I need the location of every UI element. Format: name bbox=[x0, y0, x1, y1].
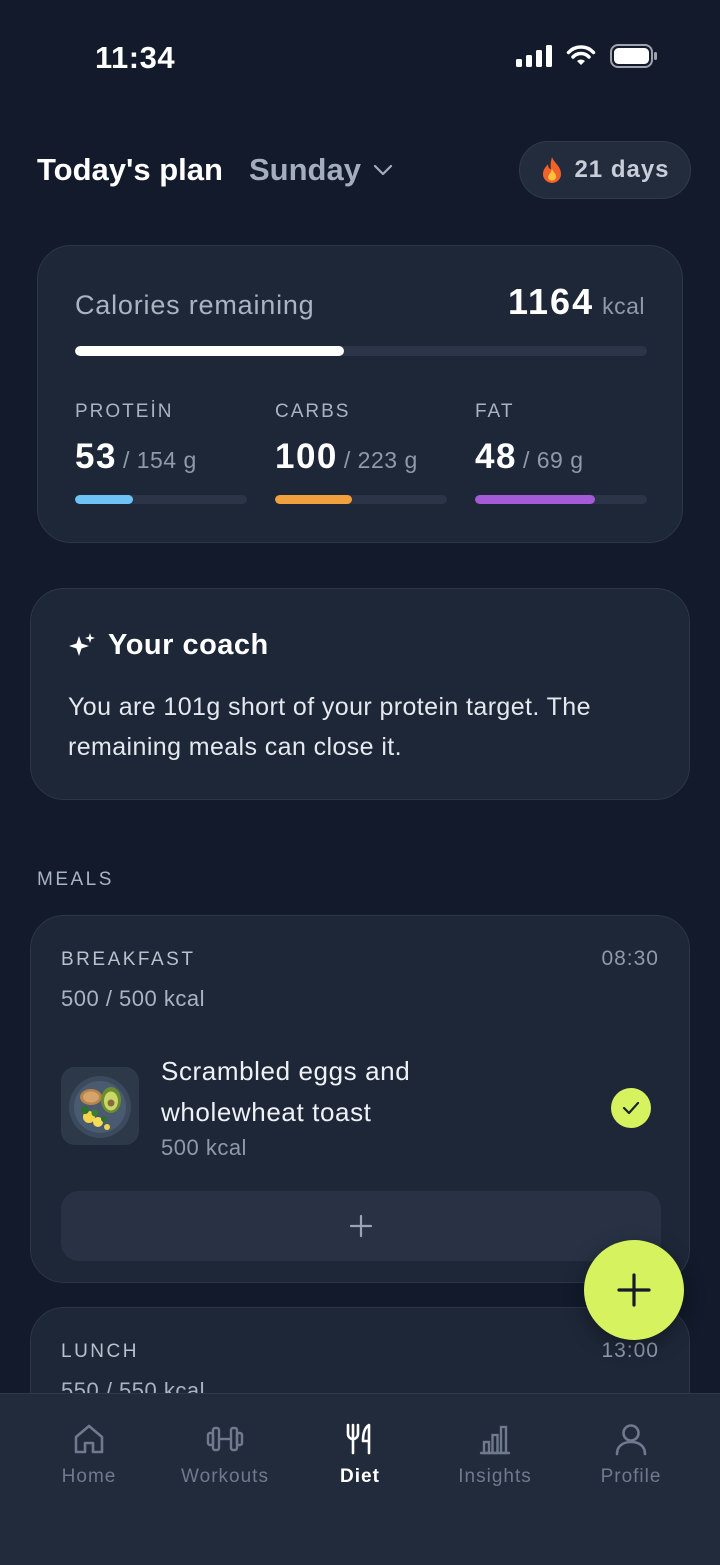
meals-section-label: MEALS bbox=[37, 869, 114, 890]
tab-label: Workouts bbox=[181, 1466, 269, 1487]
macro-progress-bar bbox=[475, 495, 647, 504]
macro-fat: FAT 48 / 69 g bbox=[475, 401, 647, 504]
food-thumbnail bbox=[61, 1067, 139, 1145]
meal-name: BREAKFAST bbox=[61, 949, 196, 970]
sparkle-icon bbox=[69, 632, 95, 656]
macro-total: / 69 g bbox=[522, 447, 584, 473]
plus-icon bbox=[617, 1273, 651, 1307]
page-title: Today's plan bbox=[37, 152, 223, 187]
status-icons bbox=[516, 44, 658, 68]
macro-progress-bar bbox=[75, 495, 247, 504]
coach-card[interactable]: Your coach You are 101g short of your pr… bbox=[30, 588, 690, 800]
chevron-down-icon bbox=[373, 164, 393, 176]
day-selector[interactable]: Sunday bbox=[249, 152, 393, 188]
tab-label: Insights bbox=[458, 1466, 532, 1487]
macro-name: PROTEİN bbox=[75, 401, 174, 422]
add-meal-fab[interactable] bbox=[584, 1240, 684, 1340]
macro-progress-fill bbox=[75, 495, 134, 504]
checkmark-icon[interactable] bbox=[611, 1088, 651, 1128]
tab-profile[interactable]: Profile bbox=[563, 1422, 699, 1488]
macro-carbs: CARBS 100 / 223 g bbox=[275, 401, 447, 504]
fire-icon bbox=[543, 157, 562, 183]
macro-total: / 154 g bbox=[122, 447, 197, 473]
add-food-button[interactable] bbox=[61, 1191, 661, 1261]
status-bar: 11:34 bbox=[0, 0, 720, 110]
tab-insights[interactable]: Insights bbox=[427, 1422, 563, 1488]
macro-name: CARBS bbox=[275, 401, 351, 422]
tab-label: Diet bbox=[340, 1466, 380, 1487]
meal-card-breakfast[interactable]: BREAKFAST 08:30 500 / 500 kcal Scrambled… bbox=[30, 915, 690, 1283]
macro-name: FAT bbox=[475, 401, 515, 422]
meal-name: LUNCH bbox=[61, 1341, 139, 1362]
food-item[interactable]: Scrambled eggs and wholewheat toast 500 … bbox=[61, 1051, 661, 1171]
tab-workouts[interactable]: Workouts bbox=[157, 1422, 293, 1488]
food-kcal: 500 kcal bbox=[161, 1135, 247, 1160]
coach-title: Your coach bbox=[108, 629, 269, 661]
tab-label: Profile bbox=[600, 1466, 662, 1487]
macro-total: / 223 g bbox=[343, 447, 418, 473]
meal-kcal: 500 / 500 kcal bbox=[61, 986, 205, 1011]
streak-label: 21 days bbox=[574, 156, 670, 183]
status-time: 11:34 bbox=[95, 40, 176, 75]
calories-progress-bar bbox=[75, 346, 647, 356]
macro-progress-bar bbox=[275, 495, 447, 504]
bar-chart-icon bbox=[479, 1425, 511, 1455]
dumbbell-icon bbox=[206, 1426, 244, 1452]
macro-current: 48 bbox=[475, 437, 517, 476]
tab-label: Home bbox=[61, 1466, 117, 1487]
meal-time: 13:00 bbox=[601, 1339, 659, 1362]
calories-card: Calories remaining 1164 kcal PROTEİN 53 … bbox=[37, 245, 683, 543]
calories-number: 1164 bbox=[507, 281, 595, 322]
macro-protein: PROTEİN 53 / 154 g bbox=[75, 401, 247, 504]
calories-label: Calories remaining bbox=[75, 290, 315, 320]
fork-knife-icon bbox=[346, 1423, 371, 1455]
tab-bar: Home Workouts Diet Insights Profile bbox=[0, 1393, 720, 1565]
plan-header: Today's plan Sunday 21 days bbox=[37, 140, 691, 200]
meal-time: 08:30 bbox=[601, 947, 659, 970]
macro-current: 100 bbox=[275, 437, 338, 476]
person-icon bbox=[615, 1424, 647, 1456]
day-selector-label: Sunday bbox=[249, 152, 361, 187]
coach-message: You are 101g short of your protein targe… bbox=[68, 693, 591, 761]
streak-badge[interactable]: 21 days bbox=[519, 141, 691, 199]
cellular-signal-icon bbox=[516, 45, 552, 67]
macro-current: 53 bbox=[75, 437, 117, 476]
plus-icon bbox=[349, 1214, 373, 1238]
calories-value: 1164 kcal bbox=[508, 281, 645, 323]
battery-icon bbox=[610, 44, 657, 68]
calories-unit: kcal bbox=[602, 293, 645, 319]
food-name: Scrambled eggs and wholewheat toast bbox=[161, 1056, 411, 1127]
tab-home[interactable]: Home bbox=[21, 1422, 157, 1488]
wifi-icon bbox=[566, 45, 596, 65]
home-icon bbox=[74, 1424, 104, 1454]
macro-progress-fill bbox=[475, 495, 596, 504]
macro-progress-fill bbox=[275, 495, 353, 504]
tab-diet[interactable]: Diet bbox=[292, 1422, 428, 1488]
calories-progress-fill bbox=[75, 346, 344, 356]
